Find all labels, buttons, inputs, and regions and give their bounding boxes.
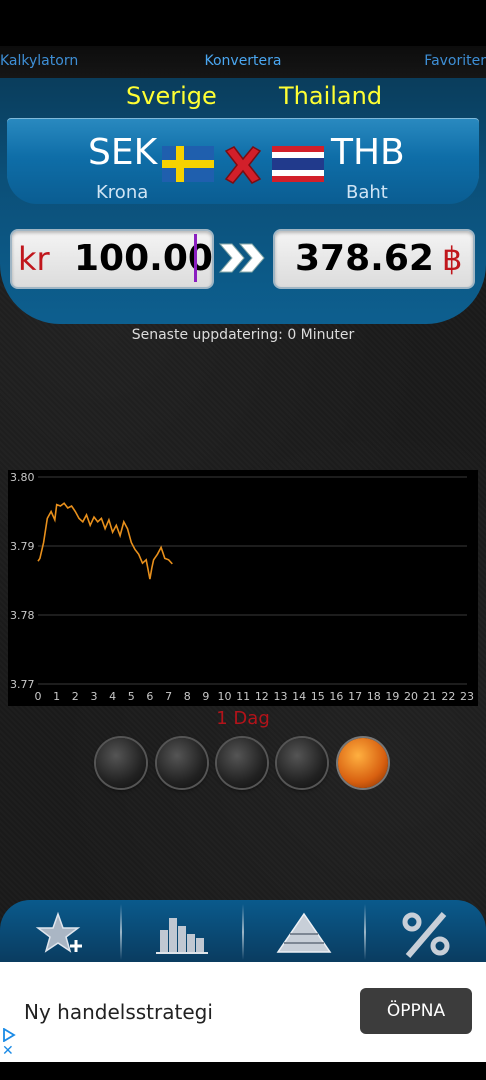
top-nav: Kalkylatorn Konvertera Favoriter <box>0 46 486 79</box>
system-nav-bar <box>0 1062 486 1080</box>
ad-choices-icon[interactable] <box>2 1028 16 1042</box>
thailand-flag-icon[interactable] <box>272 146 324 182</box>
to-country[interactable]: Thailand <box>279 82 382 110</box>
x-tick-label: 15 <box>311 690 325 703</box>
tab-convert[interactable]: Konvertera <box>0 53 486 69</box>
y-tick-label: 3.79 <box>10 540 35 553</box>
convert-arrows-icon <box>218 243 265 273</box>
x-tick-label: 8 <box>184 690 191 703</box>
x-tick-label: 2 <box>72 690 79 703</box>
x-tick-label: 17 <box>348 690 362 703</box>
x-tick-label: 9 <box>202 690 209 703</box>
x-tick-label: 7 <box>165 690 172 703</box>
period-button-3[interactable] <box>217 738 267 788</box>
x-tick-label: 23 <box>460 690 474 703</box>
y-tick-label: 3.77 <box>10 678 35 691</box>
last-updated-text: Senaste uppdatering: 0 Minuter <box>131 327 355 343</box>
add-favorite-star-icon[interactable] <box>0 900 120 962</box>
x-tick-label: 6 <box>146 690 153 703</box>
chart-period-label: 1 Dag <box>216 708 270 729</box>
x-tick-label: 22 <box>441 690 455 703</box>
x-tick-label: 14 <box>292 690 306 703</box>
from-amount-input[interactable]: 100.00 <box>74 238 213 279</box>
ad-open-button[interactable]: ÖPPNA <box>360 988 472 1034</box>
rate-series-line <box>37 502 173 580</box>
to-currency-symbol: ฿ <box>442 240 463 278</box>
from-currency-code[interactable]: SEK <box>88 132 157 173</box>
from-currency-symbol: kr <box>18 240 50 278</box>
x-tick-label: 13 <box>273 690 287 703</box>
x-tick-label: 19 <box>385 690 399 703</box>
period-button-5-selected[interactable] <box>338 738 388 788</box>
x-tick-label: 18 <box>367 690 381 703</box>
period-button-2[interactable] <box>157 738 207 788</box>
swap-icon[interactable] <box>222 145 264 185</box>
x-tick-label: 21 <box>423 690 437 703</box>
y-tick-label: 3.78 <box>10 609 35 622</box>
x-tick-label: 16 <box>329 690 343 703</box>
x-tick-label: 10 <box>218 690 232 703</box>
x-tick-label: 20 <box>404 690 418 703</box>
rate-chart: 3.803.793.783.770 1 2 3 4 5 6 7 8 9 10 11 12 13 14 15 16… <box>8 470 478 706</box>
period-button-4[interactable] <box>277 738 327 788</box>
to-currency-name: Baht <box>346 182 388 203</box>
percent-icon[interactable] <box>366 900 486 962</box>
to-currency-code[interactable]: THB <box>331 132 405 173</box>
status-bar <box>0 0 486 46</box>
to-amount-value: 378.62 <box>295 238 434 279</box>
x-tick-label: 3 <box>90 690 97 703</box>
pyramid-icon[interactable] <box>244 900 364 962</box>
from-country[interactable]: Sverige <box>126 82 217 110</box>
bar-chart-icon[interactable] <box>122 900 242 962</box>
ad-close-icon[interactable]: ✕ <box>2 1043 14 1059</box>
x-tick-label: 1 <box>53 690 60 703</box>
ad-text: Ny handelsstrategi <box>24 1000 213 1024</box>
x-tick-label: 0 <box>35 690 42 703</box>
tab-favorites[interactable]: Favoriter <box>424 53 486 69</box>
x-tick-label: 11 <box>236 690 250 703</box>
x-tick-label: 12 <box>255 690 269 703</box>
from-currency-name: Krona <box>96 182 149 203</box>
x-tick-label: 5 <box>128 690 135 703</box>
x-tick-label: 4 <box>109 690 116 703</box>
text-cursor <box>194 234 197 282</box>
period-button-1[interactable] <box>96 738 146 788</box>
y-tick-label: 3.80 <box>10 471 35 484</box>
sweden-flag-icon[interactable] <box>162 146 214 182</box>
